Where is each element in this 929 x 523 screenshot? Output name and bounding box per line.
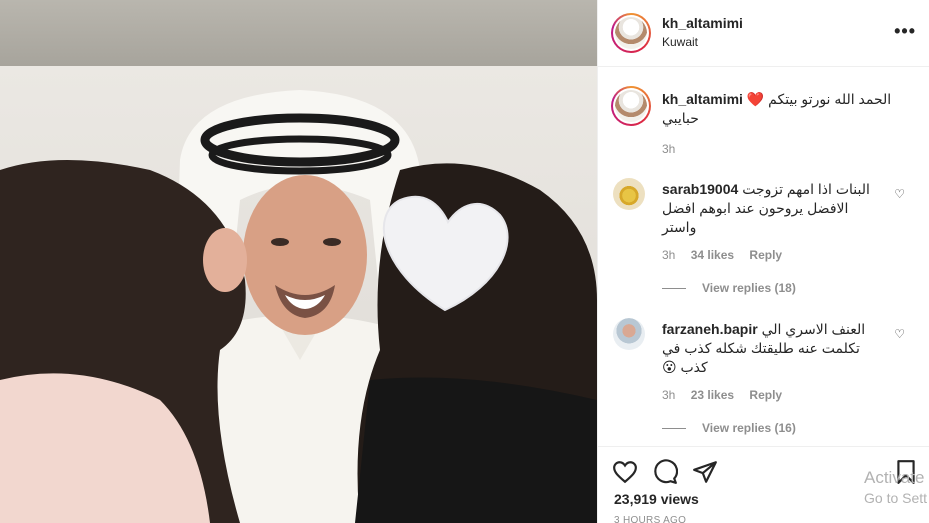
post-header: kh_altamimi Kuwait •••	[598, 0, 929, 67]
post-photo[interactable]	[0, 0, 597, 523]
heart-outline-icon[interactable]	[612, 459, 638, 485]
comment-text: farzaneh.bapir العنف الاسري الي تكلمت عن…	[662, 320, 880, 377]
comment-likes[interactable]: 23 likes	[691, 388, 734, 402]
post-actions-bar: 23,919 views 3 HOURS AGO Activate Go to …	[598, 446, 929, 523]
photo-illustration	[0, 90, 597, 523]
replies-divider	[662, 428, 686, 430]
replies-divider	[662, 288, 686, 290]
view-replies-label: View replies (18)	[702, 281, 796, 295]
comment-like-heart-icon[interactable]: ♡	[894, 327, 905, 341]
view-replies-button[interactable]: View replies (18)	[662, 281, 796, 295]
comment-username[interactable]: farzaneh.bapir	[662, 321, 758, 337]
post-time-ago[interactable]: 3 HOURS AGO	[614, 515, 686, 523]
view-replies-button[interactable]: View replies (16)	[662, 421, 796, 435]
caption-username[interactable]: kh_altamimi	[662, 91, 743, 107]
comment-username[interactable]: sarab19004	[662, 181, 738, 197]
paper-plane-icon[interactable]	[692, 459, 718, 485]
comment-likes[interactable]: 34 likes	[691, 248, 734, 262]
author-username[interactable]: kh_altamimi	[662, 15, 743, 31]
view-replies-label: View replies (16)	[702, 421, 796, 435]
comment-time[interactable]: 3h	[662, 388, 675, 402]
comment-meta: 3h 34 likes Reply	[662, 248, 794, 262]
caption-avatar[interactable]	[611, 86, 651, 126]
author-avatar[interactable]	[611, 13, 651, 53]
comment-time[interactable]: 3h	[662, 248, 675, 262]
view-count[interactable]: 23,919 views	[614, 491, 699, 507]
post-location[interactable]: Kuwait	[662, 35, 698, 49]
commenter-avatar[interactable]	[613, 318, 645, 350]
windows-activation-watermark: Activate Go to Sett	[864, 467, 927, 509]
comment-bubble-icon[interactable]	[652, 459, 678, 485]
comment-text: sarab19004 البنات اذا امهم تزوجت الافضل …	[662, 180, 880, 237]
activation-line-2: Go to Sett	[864, 490, 928, 506]
comment-reply-button[interactable]: Reply	[749, 248, 782, 262]
comment-reply-button[interactable]: Reply	[749, 388, 782, 402]
more-options-icon[interactable]: •••	[894, 22, 916, 40]
caption-text: kh_altamimi الحمد الله نورتو بيتكم ❤️ حب…	[662, 90, 917, 128]
post-side-panel: kh_altamimi Kuwait ••• kh_altamimi الحمد…	[597, 0, 929, 523]
activation-line-1: Activate	[864, 468, 925, 487]
commenter-avatar[interactable]	[613, 178, 645, 210]
caption-timestamp[interactable]: 3h	[662, 142, 675, 156]
instagram-post-view: kh_altamimi Kuwait ••• kh_altamimi الحمد…	[0, 0, 929, 523]
comment-meta: 3h 23 likes Reply	[662, 388, 794, 402]
comment-like-heart-icon[interactable]: ♡	[894, 187, 905, 201]
